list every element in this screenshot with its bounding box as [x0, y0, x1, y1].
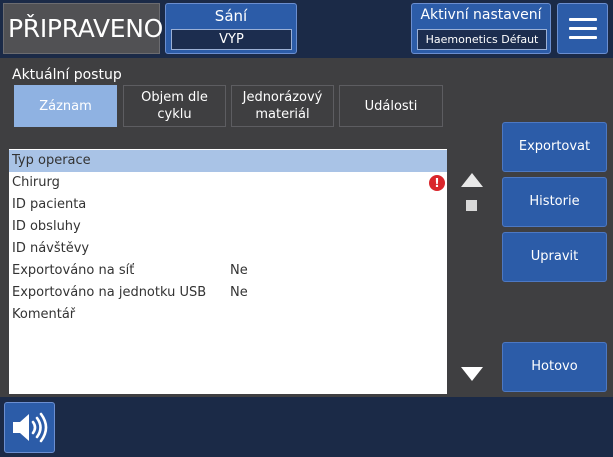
tab-events[interactable]: Události [339, 85, 443, 127]
export-button[interactable]: Exportovat [502, 122, 607, 172]
list-item-exported-network[interactable]: Exportováno na síť Ne [9, 260, 447, 282]
list-item-label: Typ operace [12, 153, 91, 168]
tab-record[interactable]: Záznam [14, 85, 117, 127]
device-status: PŘIPRAVENO [3, 3, 163, 54]
suction-value: VYP [171, 29, 292, 50]
done-button[interactable]: Hotovo [502, 342, 607, 392]
volume-button[interactable] [4, 402, 55, 453]
menu-button[interactable] [557, 3, 608, 54]
active-settings-title: Aktivní nastavení [420, 7, 542, 23]
tab-volume-per-cycle-label: Objem dle cyklu [141, 90, 208, 122]
list-item-label: Komentář [12, 307, 76, 322]
scrollbar-thumb[interactable] [466, 200, 477, 211]
tab-disposables-label: Jednorázový materiál [242, 90, 323, 122]
record-list: Typ operace Chirurg ! ID pacienta ID obs… [9, 149, 447, 394]
list-item-value: Ne [230, 263, 248, 278]
list-item-surgeon[interactable]: Chirurg ! [9, 172, 447, 194]
scroll-down-arrow-icon[interactable] [461, 367, 483, 381]
warning-icon: ! [429, 175, 445, 191]
bottom-footer-bar [0, 397, 613, 457]
tab-disposables[interactable]: Jednorázový materiál [231, 85, 334, 127]
list-item-label: ID pacienta [12, 197, 87, 212]
history-button[interactable]: Historie [502, 177, 607, 227]
list-item-label: Chirurg [12, 175, 60, 190]
suction-title: Sání [214, 7, 248, 25]
list-item-operation-type[interactable]: Typ operace [9, 150, 447, 172]
list-item-exported-usb[interactable]: Exportováno na jednotku USB Ne [9, 282, 447, 304]
list-item-label: Exportováno na jednotku USB [12, 285, 207, 300]
active-settings-button[interactable]: Aktivní nastavení Haemonetics Défaut [411, 3, 551, 54]
list-item-label: ID návštěvy [12, 241, 90, 256]
speaker-volume-icon [13, 412, 48, 443]
tab-record-label: Záznam [39, 98, 92, 114]
list-item-patient-id[interactable]: ID pacienta [9, 194, 447, 216]
list-item-value: Ne [230, 285, 248, 300]
edit-button[interactable]: Upravit [502, 232, 607, 282]
scroll-up-arrow-icon[interactable] [461, 173, 483, 187]
suction-status-button[interactable]: Sání VYP [165, 3, 297, 54]
list-item-operator-id[interactable]: ID obsluhy [9, 216, 447, 238]
list-item-label: ID obsluhy [12, 219, 81, 234]
tab-volume-per-cycle[interactable]: Objem dle cyklu [123, 85, 226, 127]
list-item-visit-id[interactable]: ID návštěvy [9, 238, 447, 260]
active-settings-value: Haemonetics Défaut [417, 29, 547, 50]
list-item-label: Exportováno na síť [12, 263, 135, 278]
list-item-comment[interactable]: Komentář [9, 304, 447, 326]
section-title: Aktuální postup [12, 67, 122, 83]
tab-events-label: Události [364, 98, 418, 114]
